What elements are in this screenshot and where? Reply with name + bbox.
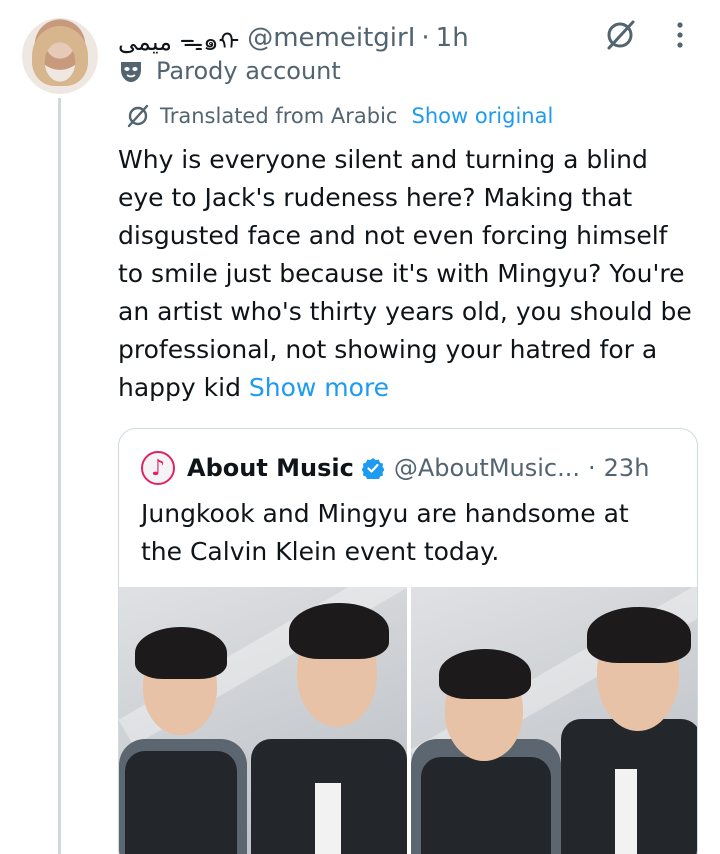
parody-label: Parody account — [156, 57, 341, 85]
grok-icon[interactable] — [603, 18, 637, 52]
post-text-line: Why is everyone silent and turning a bli… — [118, 145, 648, 174]
quote-time[interactable]: 23h — [604, 454, 650, 482]
post-text-line: to smile just because it's with Mingyu? … — [118, 259, 685, 288]
theater-mask-icon — [121, 62, 141, 82]
more-vertical-icon[interactable] — [668, 20, 692, 50]
avatar[interactable] — [22, 18, 98, 94]
post-text-line: an artist who's thirty years old, you sh… — [118, 297, 692, 326]
quote-text-line: Jungkook and Mingyu are handsome at — [141, 499, 629, 528]
post-text: Why is everyone silent and turning a bli… — [118, 141, 708, 407]
handle[interactable]: @memeitgirI — [247, 23, 415, 53]
post-text-last-line: happy kid Show more — [118, 369, 708, 407]
music-note-icon[interactable]: ♪ — [141, 451, 175, 485]
quote-text: Jungkook and Mingyu are handsome at the … — [141, 495, 681, 571]
quote-handle[interactable]: @AboutMusic... — [394, 454, 580, 482]
translate-icon — [127, 104, 149, 128]
translated-label: Translated from Arabic — [160, 104, 398, 128]
quoted-post[interactable]: ♪ About Music @AboutMusic... · 23h Jungk… — [118, 428, 698, 854]
post-time[interactable]: 1h — [436, 23, 469, 53]
show-more-link[interactable]: Show more — [249, 373, 389, 402]
quote-display-name[interactable]: About Music — [187, 454, 354, 482]
parody-label-row: Parody account — [118, 54, 341, 88]
media-grid — [119, 587, 697, 854]
thread-line — [58, 98, 61, 854]
quote-header: ♪ About Music @AboutMusic... · 23h — [141, 451, 649, 485]
post-text-line: eye to Jack's rudeness here? Making that — [118, 183, 633, 212]
post-text-line: disgusted face and not even forcing hims… — [118, 221, 668, 250]
media-photo-2[interactable] — [411, 587, 697, 854]
media-photo-1[interactable] — [119, 587, 407, 854]
translation-row: Translated from Arabic Show original — [126, 100, 553, 132]
show-original-link[interactable]: Show original — [411, 104, 553, 128]
quote-separator: · — [588, 454, 596, 482]
post-text-tail: happy kid — [118, 373, 241, 402]
verified-badge-icon — [361, 458, 384, 479]
quote-text-line: the Calvin Klein event today. — [141, 537, 500, 566]
post-text-line: professional, not showing your hatred fo… — [118, 335, 658, 364]
separator: · — [421, 23, 430, 53]
